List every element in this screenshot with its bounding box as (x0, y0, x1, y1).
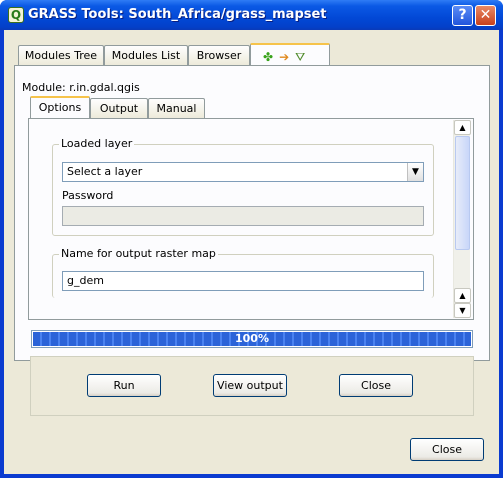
window-title: GRASS Tools: South_Africa/grass_mapset (28, 7, 327, 22)
password-label: Password (62, 189, 114, 202)
view-output-button[interactable]: View output (213, 374, 287, 397)
module-tab-icons: ✤ ➔ ⛛ (263, 47, 305, 67)
output-map-title: Name for output raster map (59, 247, 218, 260)
qgis-icon: ⛛ (295, 50, 306, 64)
chevron-down-icon[interactable]: ▼ (407, 163, 423, 181)
help-button[interactable]: ? (452, 5, 473, 26)
options-scrollbar[interactable]: ▲ ▲ ▼ (453, 120, 471, 318)
scroll-up-icon[interactable]: ▲ (454, 120, 471, 135)
close-window-button[interactable]: ✕ (475, 5, 496, 26)
footer-close-button[interactable]: Close (410, 438, 484, 461)
scroll-down-icon[interactable]: ▼ (454, 303, 471, 318)
run-button[interactable]: Run (87, 374, 161, 397)
title-bar[interactable]: Q GRASS Tools: South_Africa/grass_mapset… (0, 0, 503, 30)
output-map-input[interactable]: g_dem (62, 271, 424, 291)
module-name: Module: r.in.gdal.qgis (22, 81, 140, 94)
tab-options[interactable]: Options (30, 96, 90, 119)
layer-select[interactable]: Select a layer ▼ (62, 162, 424, 182)
progress-text: 100% (235, 332, 269, 345)
scroll-thumb[interactable] (455, 136, 470, 250)
progress-fill: 100% (33, 332, 471, 346)
tab-output[interactable]: Output (90, 98, 148, 119)
password-field[interactable] (62, 206, 424, 226)
progress-bar: 100% (31, 330, 473, 348)
loaded-layer-title: Loaded layer (59, 137, 135, 150)
module-icon: ✤ (263, 50, 274, 64)
tab-browser[interactable]: Browser (188, 45, 250, 66)
tab-modules-tree[interactable]: Modules Tree (18, 45, 104, 66)
arrow-icon: ➔ (279, 50, 290, 64)
layer-select-value: Select a layer (67, 165, 143, 178)
tab-manual[interactable]: Manual (148, 98, 205, 119)
tab-modules-list[interactable]: Modules List (104, 45, 188, 66)
scroll-up-icon[interactable]: ▲ (454, 288, 471, 303)
dialog-body: Modules Tree Modules List Browser ✤ ➔ ⛛ … (4, 30, 499, 474)
window: Q GRASS Tools: South_Africa/grass_mapset… (0, 0, 503, 478)
close-button[interactable]: Close (339, 374, 413, 397)
tab-module[interactable]: ✤ ➔ ⛛ (250, 43, 330, 66)
app-icon: Q (8, 7, 24, 23)
